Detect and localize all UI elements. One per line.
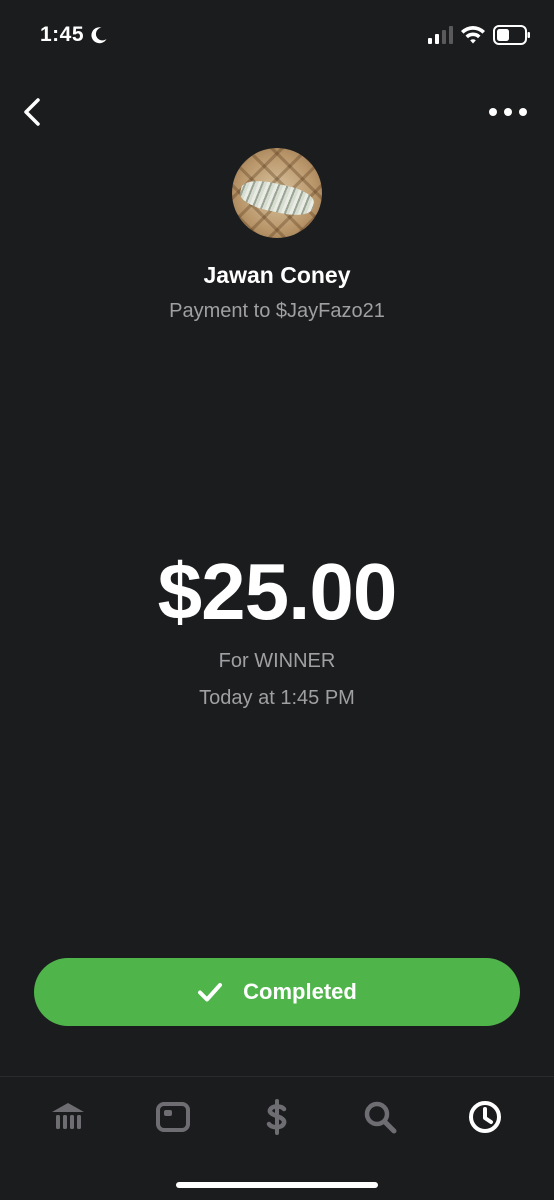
search-icon xyxy=(364,1101,397,1134)
tab-pay[interactable] xyxy=(257,1097,297,1137)
card-icon xyxy=(156,1102,190,1132)
status-time: 1:45 xyxy=(40,23,85,46)
more-horizontal-icon xyxy=(489,108,527,116)
more-options-button[interactable] xyxy=(486,100,530,124)
home-indicator[interactable] xyxy=(176,1182,378,1188)
tab-card[interactable] xyxy=(153,1097,193,1137)
payment-recipient-subtitle: Payment to $JayFazo21 xyxy=(169,300,385,322)
payment-detail-screen: 1:45 Jawan Coney Payment to $JayFazo21 $… xyxy=(0,0,554,1200)
tab-activity[interactable] xyxy=(465,1097,505,1137)
tab-banking[interactable] xyxy=(48,1097,88,1137)
status-bar: 1:45 xyxy=(0,0,554,72)
moon-icon xyxy=(91,27,107,44)
back-button[interactable] xyxy=(18,96,50,128)
tab-search[interactable] xyxy=(360,1097,400,1137)
dollar-icon xyxy=(266,1099,287,1135)
chevron-left-icon xyxy=(24,98,40,126)
completed-label: Completed xyxy=(243,979,357,1004)
payment-note: For WINNER xyxy=(218,650,336,672)
clock-icon xyxy=(469,1101,501,1133)
check-icon xyxy=(198,983,223,1002)
bank-icon xyxy=(52,1103,84,1129)
recipient-avatar[interactable] xyxy=(232,148,322,238)
battery-icon xyxy=(493,25,530,45)
avatar-photo xyxy=(237,176,317,220)
cellular-signal-icon xyxy=(428,26,453,44)
wifi-icon xyxy=(461,26,485,44)
completed-status-button[interactable]: Completed xyxy=(34,958,520,1026)
payment-timestamp: Today at 1:45 PM xyxy=(199,687,355,709)
payment-amount: $25.00 xyxy=(157,547,398,636)
recipient-name[interactable]: Jawan Coney xyxy=(0,262,554,289)
